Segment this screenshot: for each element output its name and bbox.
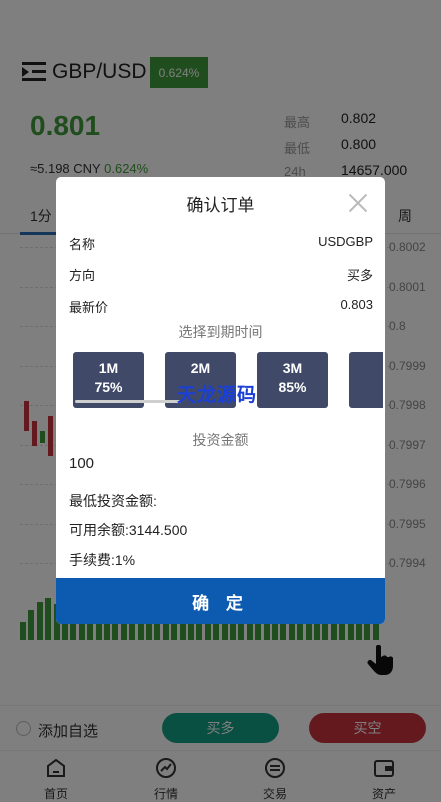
dialog-title: 确认订单	[186, 196, 255, 215]
period-time: 1M	[98, 360, 119, 376]
period-option-more[interactable]	[349, 352, 383, 408]
watermark-text: 天龙源码	[177, 385, 258, 406]
order-name-row: 名称 USDGBP	[69, 234, 373, 254]
available-balance-text: 可用余额:3144.500	[69, 522, 188, 538]
row-value: 0.803	[340, 297, 373, 312]
min-invest-text: 最低投资金额:	[69, 493, 157, 509]
amount-input[interactable]: 100	[69, 455, 94, 472]
row-label: 方向	[69, 268, 96, 283]
confirm-button[interactable]: 确 定	[56, 578, 385, 624]
row-label: 名称	[69, 237, 96, 252]
period-rate: 85%	[278, 379, 307, 395]
confirm-order-dialog: 确认订单 名称 USDGBP 方向 买多 最新价 0.803 选择到期时间 1M…	[56, 177, 385, 624]
row-label: 最新价	[69, 300, 109, 315]
order-direction-row: 方向 买多	[69, 265, 373, 285]
period-time: 3M	[282, 360, 303, 376]
invest-amount-label: 投资金额	[192, 432, 249, 448]
period-scrollbar[interactable]	[75, 400, 181, 403]
period-option-3m[interactable]: 3M 85%	[257, 352, 328, 408]
expiry-label: 选择到期时间	[178, 324, 263, 340]
fee-text: 手续费:1%	[69, 552, 136, 568]
order-price-row: 最新价 0.803	[69, 297, 373, 317]
row-value: USDGBP	[318, 234, 373, 249]
row-value: 买多	[346, 268, 373, 283]
close-icon[interactable]	[348, 193, 368, 213]
period-time: 2M	[190, 360, 211, 376]
period-rate: 75%	[94, 379, 123, 395]
